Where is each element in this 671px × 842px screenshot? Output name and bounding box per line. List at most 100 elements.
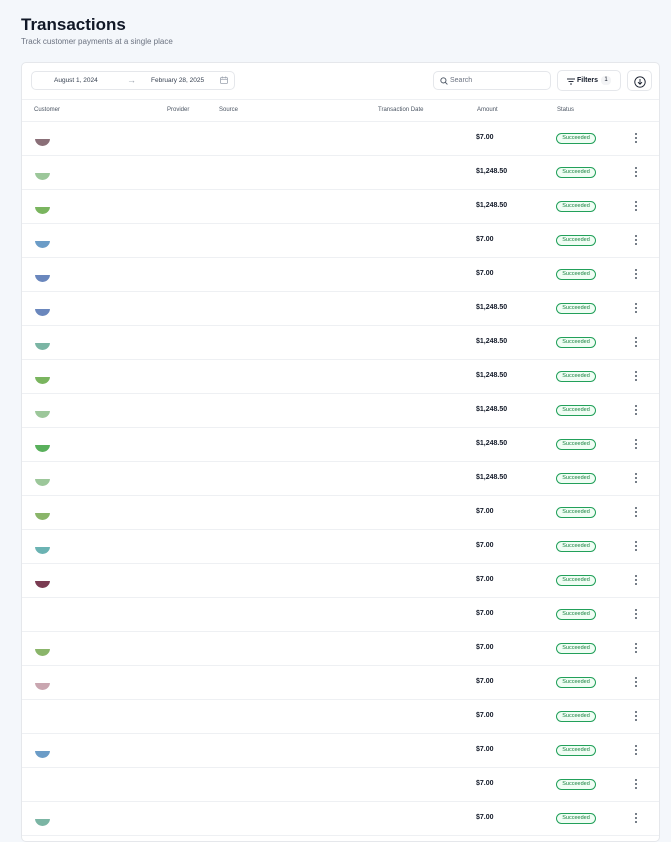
table-row[interactable]: $1,248.50 Succeeded [22, 428, 659, 462]
table-row[interactable]: $7.00 Succeeded [22, 666, 659, 700]
search-input[interactable]: Search [433, 71, 551, 90]
avatar-shade [35, 615, 50, 623]
table-row[interactable]: $7.00 Succeeded [22, 258, 659, 292]
table-row[interactable]: $7.00 Succeeded [22, 768, 659, 802]
more-dot [635, 583, 637, 585]
more-actions-icon[interactable] [632, 368, 640, 384]
more-actions-icon[interactable] [632, 674, 640, 690]
more-actions-icon[interactable] [632, 606, 640, 622]
table-row[interactable]: $7.00 Succeeded [22, 598, 659, 632]
download-icon [634, 75, 646, 93]
table-row[interactable]: $1,248.50 Succeeded [22, 156, 659, 190]
status-badge: Succeeded [556, 507, 596, 518]
more-actions-icon[interactable] [632, 572, 640, 588]
more-actions-icon[interactable] [632, 470, 640, 486]
amount-cell: $1,248.50 [476, 372, 508, 379]
amount-cell: $7.00 [476, 576, 494, 583]
more-actions-icon[interactable] [632, 266, 640, 282]
more-actions-icon[interactable] [632, 538, 640, 554]
more-actions-icon[interactable] [632, 436, 640, 452]
more-dot [635, 379, 637, 381]
column-header-customer[interactable]: Customer [34, 107, 60, 113]
more-dot [635, 541, 637, 543]
date-range-picker[interactable]: August 1, 2024 → February 28, 2025 [31, 71, 235, 90]
more-actions-icon[interactable] [632, 402, 640, 418]
download-button[interactable] [627, 70, 652, 91]
more-dot [635, 643, 637, 645]
avatar-shade [35, 376, 50, 384]
column-header-source[interactable]: Source [219, 107, 238, 113]
table-row[interactable]: $1,248.50 Succeeded [22, 462, 659, 496]
filters-button[interactable]: Filters 1 [557, 70, 621, 91]
table-row[interactable]: $7.00 Succeeded [22, 530, 659, 564]
amount-cell: $7.00 [476, 814, 494, 821]
more-actions-icon[interactable] [632, 130, 640, 146]
more-dot [635, 787, 637, 789]
amount-cell: $1,248.50 [476, 338, 508, 345]
status-badge: Succeeded [556, 303, 596, 314]
avatar [35, 573, 50, 588]
avatar [35, 199, 50, 214]
more-actions-icon[interactable] [632, 742, 640, 758]
table-row[interactable]: $7.00 Succeeded [22, 564, 659, 598]
more-actions-icon[interactable] [632, 640, 640, 656]
avatar-shade [35, 274, 50, 282]
filter-icon [567, 78, 575, 87]
more-actions-icon[interactable] [632, 708, 640, 724]
table-row[interactable]: $1,248.50 Succeeded [22, 190, 659, 224]
more-actions-icon[interactable] [632, 334, 640, 350]
more-dot [635, 269, 637, 271]
more-dot [635, 579, 637, 581]
more-dot [635, 817, 637, 819]
more-dot [635, 307, 637, 309]
avatar [35, 505, 50, 520]
status-badge: Succeeded [556, 643, 596, 654]
table-row[interactable]: $7.00 Succeeded [22, 700, 659, 734]
more-dot [635, 685, 637, 687]
table-row[interactable]: $7.00 Succeeded [22, 496, 659, 530]
column-header-transaction-date[interactable]: Transaction Date [378, 107, 423, 113]
more-dot [635, 715, 637, 717]
table-row[interactable]: $7.00 Succeeded [22, 224, 659, 258]
amount-cell: $1,248.50 [476, 406, 508, 413]
table-row[interactable]: $7.00 Succeeded [22, 632, 659, 666]
column-header-provider[interactable]: Provider [167, 107, 189, 113]
avatar-shade [35, 717, 50, 725]
status-badge: Succeeded [556, 167, 596, 178]
table-row[interactable]: $1,248.50 Succeeded [22, 394, 659, 428]
more-dot [635, 243, 637, 245]
table-header: Customer Provider Source Transaction Dat… [22, 99, 659, 122]
more-dot [635, 303, 637, 305]
more-actions-icon[interactable] [632, 504, 640, 520]
more-dot [635, 651, 637, 653]
more-actions-icon[interactable] [632, 164, 640, 180]
more-dot [635, 205, 637, 207]
more-dot [635, 481, 637, 483]
table-row[interactable]: $7.00 Succeeded [22, 802, 659, 836]
more-actions-icon[interactable] [632, 776, 640, 792]
more-dot [635, 235, 637, 237]
more-actions-icon[interactable] [632, 198, 640, 214]
avatar-shade [35, 138, 50, 146]
column-header-amount[interactable]: Amount [477, 107, 498, 113]
table-row[interactable]: $7.00 Succeeded [22, 734, 659, 768]
status-badge: Succeeded [556, 779, 596, 790]
more-dot [635, 273, 637, 275]
table-row[interactable]: $7.00 Succeeded [22, 122, 659, 156]
column-header-status[interactable]: Status [557, 107, 574, 113]
amount-cell: $7.00 [476, 746, 494, 753]
table-row[interactable]: $1,248.50 Succeeded [22, 326, 659, 360]
amount-cell: $7.00 [476, 508, 494, 515]
avatar [35, 131, 50, 146]
table-row[interactable]: $1,248.50 Succeeded [22, 360, 659, 394]
avatar-shade [35, 512, 50, 520]
more-dot [635, 753, 637, 755]
amount-cell: $1,248.50 [476, 202, 508, 209]
status-badge: Succeeded [556, 235, 596, 246]
more-actions-icon[interactable] [632, 300, 640, 316]
search-icon [440, 77, 448, 87]
date-range-start: August 1, 2024 [54, 77, 98, 84]
table-row[interactable]: $1,248.50 Succeeded [22, 292, 659, 326]
more-actions-icon[interactable] [632, 232, 640, 248]
more-actions-icon[interactable] [632, 810, 640, 826]
